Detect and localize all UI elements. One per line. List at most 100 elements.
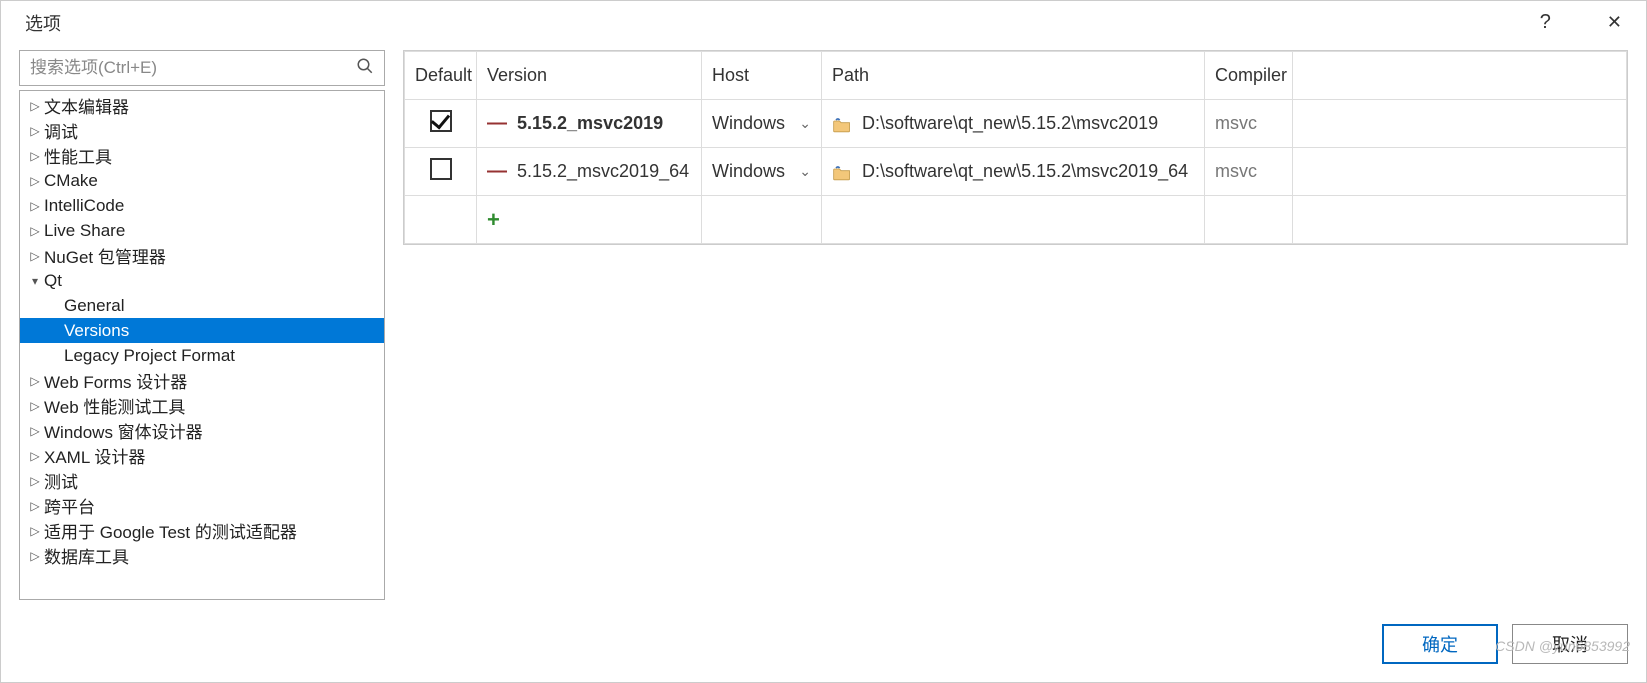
tree-item-label: Web Forms 设计器 <box>44 368 187 393</box>
tree-item[interactable]: ▾Qt <box>20 268 384 293</box>
tree-item[interactable]: ▷跨平台 <box>20 493 384 518</box>
table-header-row: Default Version Host Path Compiler <box>405 52 1627 100</box>
path-label: D:\software\qt_new\5.15.2\msvc2019 <box>862 113 1158 134</box>
col-extra <box>1293 52 1627 100</box>
tree-item[interactable]: ▷CMake <box>20 168 384 193</box>
version-label: 5.15.2_msvc2019_64 <box>517 161 689 182</box>
col-host[interactable]: Host <box>702 52 822 100</box>
remove-icon[interactable]: — <box>487 112 507 135</box>
chevron-right-icon: ▷ <box>26 424 44 438</box>
chevron-right-icon: ▷ <box>26 174 44 188</box>
tree-item-label: IntelliCode <box>44 196 124 216</box>
tree-item[interactable]: ▷适用于 Google Test 的测试适配器 <box>20 518 384 543</box>
path-label: D:\software\qt_new\5.15.2\msvc2019_64 <box>862 161 1188 182</box>
col-compiler[interactable]: Compiler <box>1205 52 1293 100</box>
tree-item-label: 适用于 Google Test 的测试适配器 <box>44 518 297 543</box>
tree-item-label: 测试 <box>44 468 78 493</box>
chevron-right-icon: ▷ <box>26 249 44 263</box>
tree-item-label: General <box>64 296 124 316</box>
tree-item[interactable]: ▷Web 性能测试工具 <box>20 393 384 418</box>
tree-item[interactable]: ▷IntelliCode <box>20 193 384 218</box>
titlebar: 选项 ? ✕ <box>1 1 1646 44</box>
chevron-down-icon[interactable]: ⌄ <box>799 115 811 132</box>
chevron-right-icon: ▷ <box>26 124 44 138</box>
remove-icon[interactable]: — <box>487 160 507 183</box>
tree-item-label: 跨平台 <box>44 493 95 518</box>
folder-icon[interactable] <box>832 116 852 132</box>
chevron-right-icon: ▷ <box>26 224 44 238</box>
tree-item-label: 文本编辑器 <box>44 93 129 118</box>
tree-item[interactable]: ▷测试 <box>20 468 384 493</box>
right-panel: Default Version Host Path Compiler — 5.15… <box>403 50 1628 600</box>
col-version[interactable]: Version <box>477 52 702 100</box>
versions-table-wrap: Default Version Host Path Compiler — 5.15… <box>403 50 1628 245</box>
search-box <box>19 50 385 86</box>
tree-item[interactable]: ▷XAML 设计器 <box>20 443 384 468</box>
tree-item[interactable]: General <box>20 293 384 318</box>
host-label: Windows <box>712 113 785 134</box>
cancel-button[interactable]: 取消 <box>1512 624 1628 664</box>
versions-table: Default Version Host Path Compiler — 5.15… <box>404 51 1627 244</box>
chevron-right-icon: ▷ <box>26 149 44 163</box>
options-tree[interactable]: ▷文本编辑器▷调试▷性能工具▷CMake▷IntelliCode▷Live Sh… <box>20 91 384 599</box>
chevron-right-icon: ▷ <box>26 99 44 113</box>
tree-item[interactable]: ▷Live Share <box>20 218 384 243</box>
host-label: Windows <box>712 161 785 182</box>
chevron-right-icon: ▷ <box>26 499 44 513</box>
tree-item[interactable]: Versions <box>20 318 384 343</box>
tree-item-label: Web 性能测试工具 <box>44 393 185 418</box>
chevron-right-icon: ▷ <box>26 374 44 388</box>
tree-item[interactable]: Legacy Project Format <box>20 343 384 368</box>
add-version-row[interactable]: + <box>405 196 1627 244</box>
dialog-body: ▷文本编辑器▷调试▷性能工具▷CMake▷IntelliCode▷Live Sh… <box>1 44 1646 612</box>
chevron-down-icon[interactable]: ⌄ <box>799 163 811 180</box>
tree-item-label: Qt <box>44 271 62 291</box>
tree-item-label: 数据库工具 <box>44 543 129 568</box>
default-checkbox[interactable] <box>430 110 452 132</box>
chevron-right-icon: ▷ <box>26 199 44 213</box>
chevron-right-icon: ▷ <box>26 449 44 463</box>
chevron-right-icon: ▷ <box>26 474 44 488</box>
ok-button[interactable]: 确定 <box>1382 624 1498 664</box>
options-dialog: 选项 ? ✕ ▷文本编辑器▷调试▷性能工具▷CMake▷IntelliCode▷… <box>0 0 1647 683</box>
tree-item-label: Live Share <box>44 221 125 241</box>
table-row[interactable]: — 5.15.2_msvc2019 Windows ⌄ D:\software\qt_n… <box>405 100 1627 148</box>
tree-item[interactable]: ▷调试 <box>20 118 384 143</box>
tree-item[interactable]: ▷Web Forms 设计器 <box>20 368 384 393</box>
compiler-label: msvc <box>1215 161 1257 181</box>
folder-icon[interactable] <box>832 164 852 180</box>
dialog-title: 选项 <box>25 10 61 36</box>
plus-icon[interactable]: + <box>487 207 500 233</box>
chevron-down-icon: ▾ <box>26 274 44 288</box>
help-icon[interactable]: ? <box>1532 7 1559 38</box>
chevron-right-icon: ▷ <box>26 524 44 538</box>
close-icon[interactable]: ✕ <box>1599 8 1630 37</box>
default-checkbox[interactable] <box>430 158 452 180</box>
search-input[interactable] <box>20 58 346 78</box>
version-label: 5.15.2_msvc2019 <box>517 113 663 134</box>
tree-item-label: Windows 窗体设计器 <box>44 418 203 443</box>
tree-item-label: Legacy Project Format <box>64 346 235 366</box>
tree-item-label: 性能工具 <box>44 143 112 168</box>
chevron-right-icon: ▷ <box>26 399 44 413</box>
chevron-right-icon: ▷ <box>26 549 44 563</box>
tree-item-label: Versions <box>64 321 129 341</box>
col-path[interactable]: Path <box>822 52 1205 100</box>
tree-item[interactable]: ▷Windows 窗体设计器 <box>20 418 384 443</box>
compiler-label: msvc <box>1215 113 1257 133</box>
table-row[interactable]: — 5.15.2_msvc2019_64 Windows ⌄ D:\software\q… <box>405 148 1627 196</box>
tree-container: ▷文本编辑器▷调试▷性能工具▷CMake▷IntelliCode▷Live Sh… <box>19 90 385 600</box>
tree-item-label: 调试 <box>44 118 78 143</box>
left-panel: ▷文本编辑器▷调试▷性能工具▷CMake▷IntelliCode▷Live Sh… <box>19 50 385 600</box>
tree-item-label: NuGet 包管理器 <box>44 243 166 268</box>
titlebar-controls: ? ✕ <box>1532 7 1630 38</box>
tree-item[interactable]: ▷NuGet 包管理器 <box>20 243 384 268</box>
tree-item[interactable]: ▷数据库工具 <box>20 543 384 568</box>
tree-item[interactable]: ▷文本编辑器 <box>20 93 384 118</box>
search-icon[interactable] <box>346 57 384 80</box>
dialog-footer: 确定 取消 <box>1 612 1646 682</box>
tree-item[interactable]: ▷性能工具 <box>20 143 384 168</box>
col-default[interactable]: Default <box>405 52 477 100</box>
tree-item-label: CMake <box>44 171 98 191</box>
tree-item-label: XAML 设计器 <box>44 443 145 468</box>
